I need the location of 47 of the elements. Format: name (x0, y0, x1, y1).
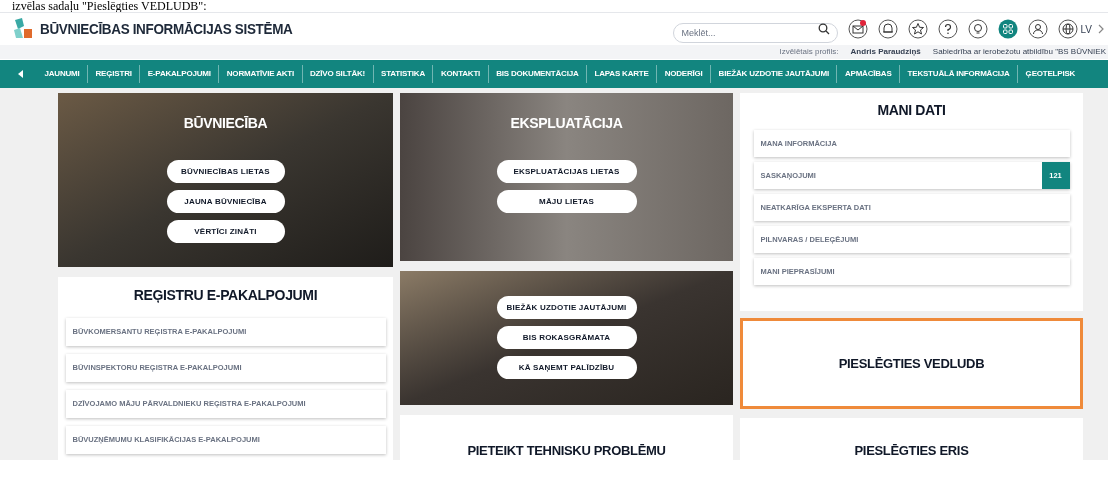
globe-icon[interactable] (1057, 19, 1078, 39)
nav-link[interactable]: NODERĪGI (657, 68, 711, 80)
nav-link[interactable]: TEKSTUĀLĀ INFORMĀCIJA (900, 68, 1018, 80)
nav-link[interactable]: E-PAKALPOJUMI (140, 68, 219, 80)
vedludb-card[interactable]: PIESLĒGTIES VEDLUDB (740, 318, 1083, 409)
pill-button[interactable]: BIEŽĀK UZDOTIE JAUTĀJUMI (496, 296, 637, 320)
mail-icon[interactable] (847, 19, 868, 39)
nav-link[interactable]: BIS DOKUMENTĀCIJA (488, 68, 586, 80)
pill-button[interactable]: EKSPLUATĀCIJAS LIETAS (496, 160, 637, 183)
nav-link[interactable]: NORMATĪVIE AKTI (219, 68, 302, 80)
profile-label: Izvēlētais profils: (779, 46, 839, 58)
nav-link[interactable]: BIEŽĀK UZDOTIE JAUTĀJUMI (711, 68, 837, 80)
user-icon[interactable] (1027, 19, 1048, 39)
nav-link[interactable]: DZĪVO SILTĀK! (302, 68, 373, 80)
eris-card[interactable]: PIESLĒGTIES ERIS (740, 417, 1083, 460)
card-title: REĢISTRU E-PAKALPOJUMI (133, 286, 318, 305)
pill-button[interactable]: VĒRTĪCI ZINĀTI (166, 220, 285, 243)
logo-icon (12, 18, 34, 40)
help-icon[interactable] (937, 19, 958, 39)
profile-name: Andris Paraudziņš (850, 46, 921, 58)
nav-link[interactable]: APMĀCĪBAS (837, 68, 900, 80)
pill-button[interactable]: KĀ SAŅEMT PALĪDZĪBU (496, 356, 637, 380)
pill-button[interactable]: BIS ROKASGRĀMATA (496, 326, 637, 350)
language-label[interactable]: LV (1080, 21, 1092, 37)
search-icon[interactable] (817, 23, 830, 35)
pill-button[interactable]: MĀJU LIETAS (496, 190, 637, 213)
card-title: MANI DATI (877, 101, 946, 120)
nav-link[interactable]: KONTAKTI (433, 68, 488, 80)
pill-button[interactable]: BŪVNIECĪBAS LIETAS (166, 160, 285, 183)
report-card[interactable]: PIETEIKT TEHNISKU PROBLĒMU (400, 414, 733, 460)
nav-link[interactable]: LAPAS KARTE (587, 68, 657, 80)
search-field[interactable]: Meklēt... (672, 23, 838, 43)
nav-link[interactable]: ĢEOTELPISK (1018, 68, 1083, 80)
left-arrow-icon[interactable] (18, 70, 23, 78)
site-title: BŪVNIECĪBAS INFORMĀCIJAS SISTĒMA (40, 18, 293, 39)
profile-organization: Sabiedrība ar ierobežotu atbildību "BS BŪVNIEK (932, 46, 1106, 58)
pill-button[interactable]: JAUNA BŪVNIECĪBA (166, 190, 285, 213)
bell-icon[interactable] (877, 19, 898, 39)
nav-link[interactable]: JAUNUMI (37, 68, 88, 80)
tile-title: BŪVNIECĪBA (183, 114, 268, 133)
lightbulb-icon[interactable] (967, 19, 988, 39)
grid-icon[interactable] (997, 19, 1018, 39)
caption-text: izvēlas sadaļu "Pieslēgties VEDLUDB": (12, 0, 207, 12)
nav-link[interactable]: REĢISTRI (88, 68, 140, 80)
nav-link[interactable]: STATISTIKA (373, 68, 433, 80)
chevron-icon[interactable] (1098, 24, 1104, 34)
tile-title: EKSPLUATĀCIJA (510, 114, 623, 133)
